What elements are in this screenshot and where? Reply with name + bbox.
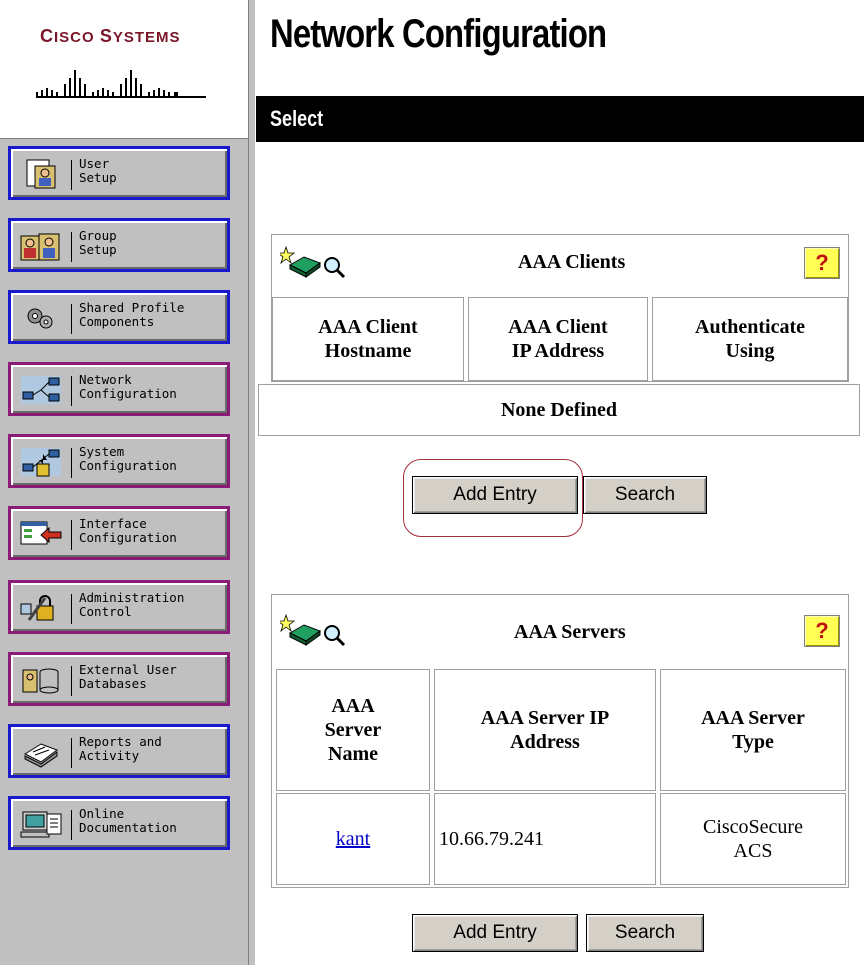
nav-external-user-databases[interactable]: External User Databases bbox=[8, 652, 230, 706]
documentation-icon bbox=[20, 811, 62, 838]
column-header: AAA Server Name bbox=[276, 669, 430, 791]
administration-icon bbox=[20, 595, 54, 621]
nav-shared-profile-components[interactable]: Shared Profile Components bbox=[8, 290, 230, 344]
section-bar: Select bbox=[256, 96, 864, 142]
aaa-servers-title: AAA Servers bbox=[514, 621, 626, 643]
column-header: AAA Server IP Address bbox=[434, 669, 656, 791]
nav-group-setup[interactable]: Group Setup bbox=[8, 218, 230, 272]
add-search-icon bbox=[280, 245, 346, 279]
nav-reports-and-activity[interactable]: Reports and Activity bbox=[8, 724, 230, 778]
frame-divider bbox=[248, 0, 255, 965]
logo-text: CISCO SYSTEMS bbox=[40, 26, 181, 46]
nav-user-setup[interactable]: User Setup bbox=[8, 146, 230, 200]
aaa-servers-table: AAA Servers ? AAA Server Name AAA Server I… bbox=[271, 594, 849, 888]
column-header: AAA Client IP Address bbox=[468, 297, 648, 381]
system-config-icon bbox=[21, 448, 61, 477]
group-setup-icon bbox=[20, 233, 60, 261]
user-setup-icon bbox=[26, 159, 56, 189]
aaa-clients-table: AAA Clients ? AAA Client Hostname AAA Cli… bbox=[271, 234, 849, 382]
column-header: AAA Server Type bbox=[660, 669, 846, 791]
nav-system-configuration[interactable]: System Configuration bbox=[8, 434, 230, 488]
add-entry-button[interactable]: Add Entry bbox=[412, 914, 578, 952]
section-bar-label: Select bbox=[270, 106, 324, 131]
nav-online-documentation[interactable]: Online Documentation bbox=[8, 796, 230, 850]
add-entry-button[interactable]: Add Entry bbox=[412, 476, 578, 514]
cisco-bars-icon bbox=[36, 70, 206, 98]
table-cell: 10.66.79.241 bbox=[434, 793, 656, 885]
database-icon bbox=[22, 668, 59, 694]
interface-config-icon bbox=[20, 521, 62, 545]
table-cell: kant bbox=[276, 793, 430, 885]
table-cell: CiscoSecure ACS bbox=[660, 793, 846, 885]
cisco-logo: CISCO SYSTEMS bbox=[0, 0, 248, 139]
reports-icon bbox=[23, 743, 59, 768]
nav-network-configuration[interactable]: Network Configuration bbox=[8, 362, 230, 416]
sidebar: CISCO SYSTEMS User Setup Group Setup Sha… bbox=[0, 0, 248, 965]
empty-row: None Defined bbox=[258, 384, 860, 436]
add-search-icon bbox=[280, 613, 346, 647]
network-config-icon bbox=[21, 376, 61, 404]
shared-profile-icon bbox=[27, 308, 53, 329]
column-header: AAA Client Hostname bbox=[272, 297, 464, 381]
column-header: Authenticate Using bbox=[652, 297, 848, 381]
search-button[interactable]: Search bbox=[583, 476, 707, 514]
search-button[interactable]: Search bbox=[586, 914, 704, 952]
aaa-clients-help-button[interactable]: ? bbox=[804, 247, 840, 279]
aaa-servers-help-button[interactable]: ? bbox=[804, 615, 840, 647]
nav-administration-control[interactable]: Administration Control bbox=[8, 580, 230, 634]
aaa-clients-title: AAA Clients bbox=[518, 251, 626, 273]
nav-interface-configuration[interactable]: Interface Configuration bbox=[8, 506, 230, 560]
page-title: Network Configuration bbox=[270, 12, 607, 56]
server-name-link[interactable]: kant bbox=[336, 827, 370, 851]
